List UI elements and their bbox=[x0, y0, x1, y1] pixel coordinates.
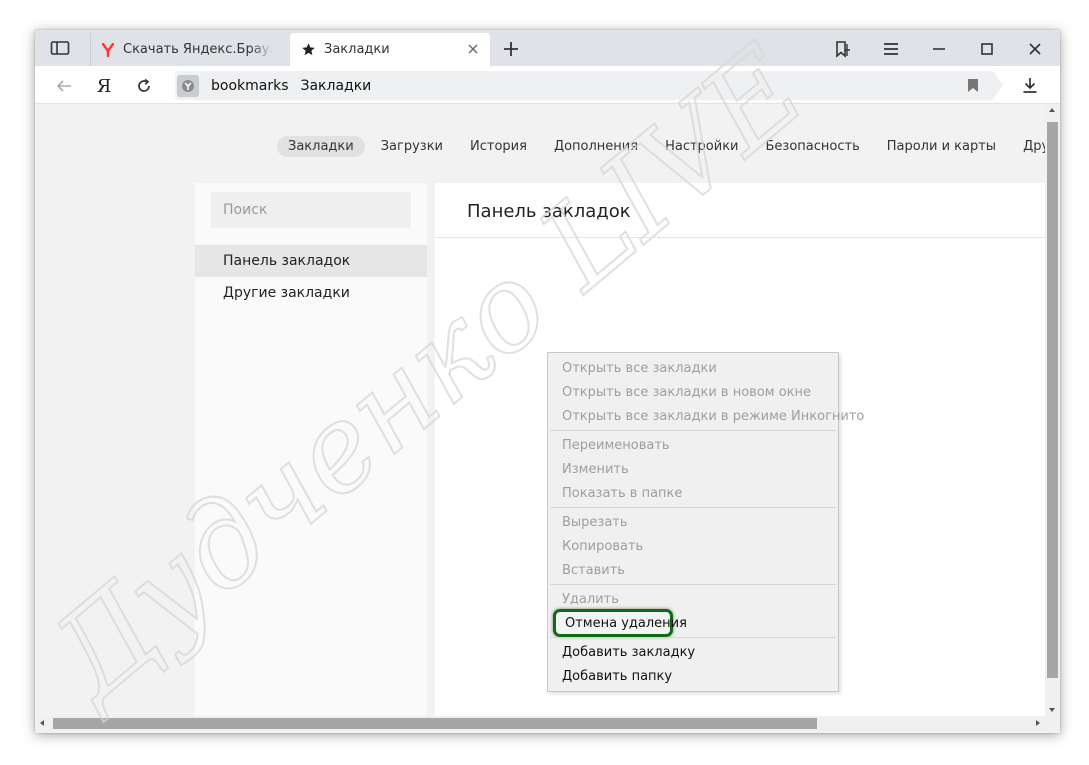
tab-strip: Скачать Яндекс.Браузер для компьютера За… bbox=[35, 30, 1060, 66]
download-icon[interactable] bbox=[1019, 74, 1041, 96]
new-tab-plus-icon[interactable] bbox=[501, 39, 521, 59]
menu-item-open-all-new-window[interactable]: Открыть все закладки в новом окне bbox=[550, 380, 836, 404]
bookmarks-panel-icon[interactable] bbox=[831, 38, 855, 60]
menu-item-undo-delete[interactable]: Отмена удаления bbox=[553, 609, 687, 637]
menu-separator bbox=[550, 584, 836, 585]
bookmark-flag-icon[interactable] bbox=[967, 78, 981, 94]
bookmarks-sidebar: Панель закладок Другие закладки bbox=[195, 183, 427, 716]
nav-link-other-devices[interactable]: Другие устройства bbox=[1012, 136, 1045, 157]
folder-bookmarks-bar[interactable]: Панель закладок bbox=[195, 245, 427, 277]
folder-title: Панель закладок bbox=[467, 201, 631, 222]
menu-separator bbox=[550, 430, 836, 431]
sidebar-toggle-icon[interactable] bbox=[49, 38, 71, 58]
vertical-scroll-thumb[interactable] bbox=[1047, 122, 1058, 678]
menu-item-add-bookmark[interactable]: Добавить закладку bbox=[550, 640, 836, 664]
tab-title: Скачать Яндекс.Браузер для компьютера bbox=[123, 42, 273, 57]
scroll-down-arrow-icon[interactable] bbox=[1049, 708, 1055, 712]
star-icon bbox=[300, 42, 316, 58]
settings-nav: Закладки Загрузки История Дополнения Нас… bbox=[277, 134, 1045, 158]
divider bbox=[435, 237, 1045, 238]
context-menu: Открыть все закладки Открыть все закладк… bbox=[547, 352, 864, 692]
search-box bbox=[211, 192, 411, 228]
nav-link-bookmarks[interactable]: Закладки bbox=[277, 135, 365, 157]
toolbar: Я bookmarks Закладки bbox=[35, 66, 1060, 104]
menu-item-open-all[interactable]: Открыть все закладки bbox=[550, 356, 836, 380]
scroll-up-arrow-icon[interactable] bbox=[1049, 108, 1055, 112]
vertical-scrollbar[interactable] bbox=[1045, 104, 1060, 716]
yandex-y-icon bbox=[101, 42, 115, 57]
nav-link-settings[interactable]: Настройки bbox=[654, 136, 749, 157]
reload-icon[interactable] bbox=[133, 75, 155, 97]
scroll-right-arrow-icon[interactable] bbox=[1036, 720, 1040, 726]
address-bar[interactable]: bookmarks Закладки bbox=[175, 71, 1003, 100]
menu-item-show-in-folder[interactable]: Показать в папке bbox=[550, 481, 836, 505]
menu-item-open-all-incognito[interactable]: Открыть все закладки в режиме Инкогнито bbox=[550, 404, 864, 428]
menu-hamburger-icon[interactable] bbox=[879, 38, 903, 60]
menu-item-add-folder[interactable]: Добавить папку bbox=[550, 664, 836, 688]
menu-item-rename[interactable]: Переименовать bbox=[550, 433, 836, 457]
menu-item-paste[interactable]: Вставить bbox=[550, 558, 836, 582]
address-page-title: Закладки bbox=[300, 77, 372, 94]
close-tab-icon[interactable] bbox=[466, 42, 480, 56]
nav-link-history[interactable]: История bbox=[459, 136, 538, 157]
horizontal-scroll-thumb[interactable] bbox=[53, 718, 817, 729]
menu-item-delete[interactable]: Удалить bbox=[550, 587, 836, 611]
maximize-icon[interactable] bbox=[975, 38, 999, 60]
menu-separator bbox=[550, 507, 836, 508]
browser-window: Скачать Яндекс.Браузер для компьютера За… bbox=[35, 30, 1060, 733]
site-info-icon[interactable] bbox=[177, 74, 199, 97]
close-window-icon[interactable] bbox=[1023, 38, 1047, 60]
menu-item-copy[interactable]: Копировать bbox=[550, 534, 836, 558]
tab-download-browser[interactable]: Скачать Яндекс.Браузер для компьютера bbox=[90, 33, 288, 66]
menu-separator bbox=[550, 637, 836, 638]
menu-item-cut[interactable]: Вырезать bbox=[550, 510, 836, 534]
nav-link-downloads[interactable]: Загрузки bbox=[370, 136, 454, 157]
yandex-logo-button[interactable]: Я bbox=[93, 75, 115, 97]
bookmarks-page: Закладки Загрузки История Дополнения Нас… bbox=[35, 104, 1045, 716]
minimize-icon[interactable] bbox=[927, 38, 951, 60]
back-arrow-icon[interactable] bbox=[53, 75, 75, 97]
menu-item-edit[interactable]: Изменить bbox=[550, 457, 836, 481]
nav-link-security[interactable]: Безопасность bbox=[755, 136, 871, 157]
horizontal-scrollbar[interactable] bbox=[35, 716, 1045, 731]
search-input[interactable] bbox=[223, 202, 403, 218]
folder-other-bookmarks[interactable]: Другие закладки bbox=[195, 277, 427, 309]
nav-link-extensions[interactable]: Дополнения bbox=[543, 136, 649, 157]
tab-bookmarks[interactable]: Закладки bbox=[290, 33, 490, 66]
address-host: bookmarks bbox=[211, 77, 289, 94]
scroll-left-arrow-icon[interactable] bbox=[40, 720, 44, 726]
tab-title: Закладки bbox=[324, 42, 390, 57]
nav-link-passwords[interactable]: Пароли и карты bbox=[876, 136, 1007, 157]
scrollbar-corner bbox=[1045, 716, 1060, 731]
